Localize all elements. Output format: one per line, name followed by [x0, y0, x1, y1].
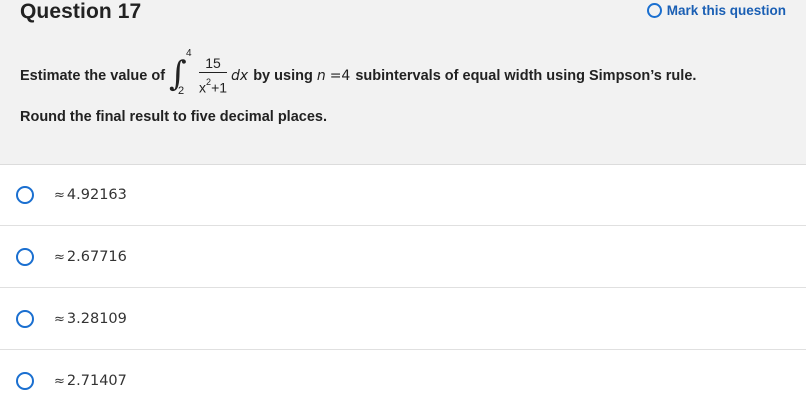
option-value: 2.67716	[66, 248, 127, 265]
n-value: =4	[329, 68, 351, 84]
integrand-numerator: 15	[199, 55, 227, 74]
radio-button-icon[interactable]	[16, 309, 34, 328]
approx-symbol: ≈	[54, 311, 65, 327]
integrand-denominator: x2+1	[197, 73, 229, 97]
option-label: ≈3.28109	[54, 311, 127, 327]
approx-symbol: ≈	[54, 374, 65, 389]
option-value: 4.92163	[66, 186, 127, 203]
answer-option-1[interactable]: ≈4.92163	[0, 164, 806, 226]
answer-option-4[interactable]: ≈2.71407	[0, 350, 806, 412]
mark-circle-icon	[646, 3, 662, 18]
answer-option-3[interactable]: ≈3.28109	[0, 288, 806, 350]
rounding-instruction: Round the final result to five decimal p…	[20, 109, 327, 125]
radio-button-icon[interactable]	[16, 185, 34, 204]
integral-lower-limit: 2	[178, 85, 185, 97]
option-label: ≈4.92163	[54, 187, 127, 203]
prompt-prefix: Estimate the value of	[20, 68, 166, 84]
mark-question-button[interactable]: Mark this question	[646, 3, 786, 18]
radio-button-icon[interactable]	[16, 372, 34, 390]
answer-option-2[interactable]: ≈2.67716	[0, 226, 806, 288]
denominator-rest: +1	[211, 79, 228, 96]
mark-question-label: Mark this question	[666, 3, 786, 18]
denominator-base: x	[199, 79, 207, 96]
denominator-exponent: 2	[206, 77, 212, 88]
question-prompt: Estimate the value of ∫ 4 2 15 x2+1 dx b…	[20, 48, 696, 104]
approx-symbol: ≈	[54, 187, 65, 203]
option-value: 2.71407	[66, 373, 127, 389]
question-title: Question 17	[20, 0, 142, 23]
differential: dx	[231, 68, 249, 84]
integral-upper-limit: 4	[186, 48, 192, 59]
n-variable: n	[316, 68, 326, 84]
question-header: Question 17 Mark this question Estimate …	[0, 0, 806, 165]
radio-button-icon[interactable]	[16, 247, 34, 266]
integral-expression: ∫ 4 2	[169, 48, 197, 104]
integrand-fraction: 15 x2+1	[197, 55, 229, 97]
prompt-mid: by using	[253, 68, 313, 84]
option-label: ≈2.71407	[54, 373, 127, 389]
option-value: 3.28109	[66, 310, 127, 327]
approx-symbol: ≈	[54, 249, 65, 265]
prompt-suffix: subintervals of equal width using Simpso…	[355, 68, 697, 84]
option-label: ≈2.67716	[54, 249, 127, 265]
